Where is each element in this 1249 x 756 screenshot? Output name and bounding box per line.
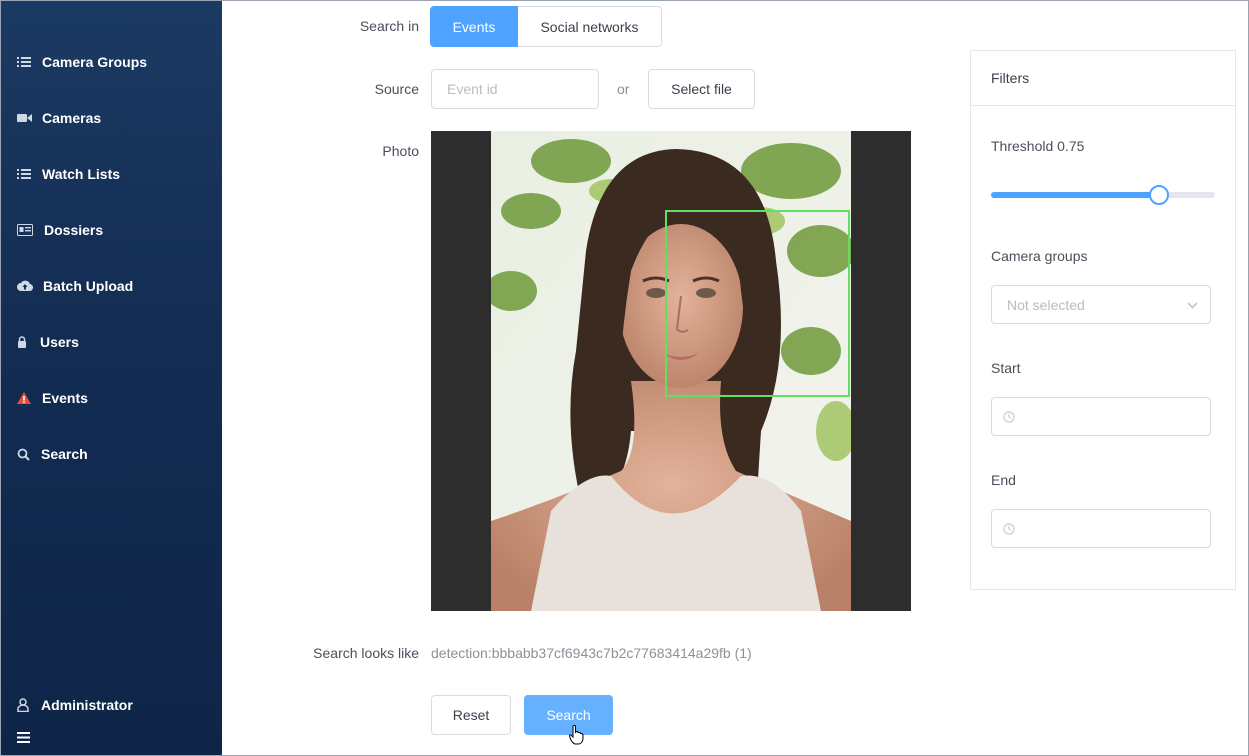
sidebar-item-label: Users bbox=[40, 334, 79, 350]
or-text: or bbox=[617, 81, 630, 97]
end-date-input[interactable] bbox=[991, 509, 1211, 548]
select-file-button[interactable]: Select file bbox=[648, 69, 755, 109]
sidebar-item-label: Events bbox=[42, 390, 88, 406]
threshold-slider-fill bbox=[991, 192, 1159, 198]
sidebar-item-watch-lists[interactable]: Watch Lists bbox=[17, 163, 120, 185]
sidebar-item-events[interactable]: Events bbox=[17, 387, 88, 409]
sidebar-item-label: Batch Upload bbox=[43, 278, 134, 294]
sidebar-item-users[interactable]: Users bbox=[17, 331, 79, 353]
filters-title: Filters bbox=[971, 51, 1235, 106]
sidebar-item-dossiers[interactable]: Dossiers bbox=[17, 219, 103, 241]
reset-button[interactable]: Reset bbox=[431, 695, 511, 735]
sidebar-item-label: Search bbox=[41, 446, 88, 462]
search-in-toggle: Events Social networks bbox=[430, 6, 662, 47]
sidebar: Camera Groups Cameras Watch Lists Dossie… bbox=[1, 1, 222, 755]
list-icon bbox=[17, 167, 35, 181]
threshold-slider[interactable] bbox=[991, 185, 1215, 205]
sidebar-user-label: Administrator bbox=[41, 697, 133, 713]
sidebar-item-label: Camera Groups bbox=[42, 54, 148, 70]
threshold-label: Threshold 0.75 bbox=[991, 138, 1085, 154]
sidebar-item-label: Watch Lists bbox=[42, 166, 121, 182]
face-photo bbox=[491, 131, 851, 611]
hamburger-menu-button[interactable] bbox=[17, 726, 42, 748]
detection-id-text: detection:bbbabb37cf6943c7b2c77683414a29… bbox=[431, 645, 752, 661]
search-in-label: Search in bbox=[359, 18, 419, 34]
clock-icon bbox=[1003, 410, 1015, 423]
filters-panel: Filters Threshold 0.75 Camera groups Not… bbox=[970, 50, 1236, 590]
camera-groups-value: Not selected bbox=[1007, 296, 1085, 313]
sidebar-item-search[interactable]: Search bbox=[17, 443, 88, 465]
sidebar-item-label: Cameras bbox=[42, 110, 102, 126]
lock-icon bbox=[17, 335, 33, 349]
end-label: End bbox=[991, 472, 1016, 488]
start-date-input[interactable] bbox=[991, 397, 1211, 436]
face-detection-box[interactable] bbox=[665, 210, 850, 397]
chevron-down-icon bbox=[1187, 302, 1198, 309]
source-label: Source bbox=[374, 81, 419, 97]
sidebar-item-batch-upload[interactable]: Batch Upload bbox=[17, 275, 133, 297]
search-looks-like-label: Search looks like bbox=[313, 645, 419, 661]
sidebar-item-cameras[interactable]: Cameras bbox=[17, 107, 101, 129]
user-icon bbox=[17, 698, 34, 712]
photo-label: Photo bbox=[382, 143, 419, 159]
clock-icon bbox=[1003, 522, 1015, 535]
photo-preview bbox=[431, 131, 911, 611]
sidebar-item-camera-groups[interactable]: Camera Groups bbox=[17, 51, 147, 73]
event-id-input[interactable]: Event id bbox=[431, 69, 599, 109]
start-label: Start bbox=[991, 360, 1021, 376]
search-icon bbox=[17, 447, 34, 461]
hand-cursor-icon bbox=[569, 725, 584, 745]
cloud-upload-icon bbox=[17, 279, 36, 293]
threshold-slider-handle[interactable] bbox=[1149, 185, 1169, 205]
list-icon bbox=[17, 55, 35, 69]
warning-icon bbox=[17, 391, 35, 405]
tab-events[interactable]: Events bbox=[430, 6, 518, 47]
sidebar-user-administrator[interactable]: Administrator bbox=[17, 694, 133, 716]
camera-groups-label: Camera groups bbox=[991, 248, 1088, 264]
tab-social-networks[interactable]: Social networks bbox=[518, 6, 662, 47]
id-card-icon bbox=[17, 223, 37, 237]
hamburger-icon bbox=[17, 730, 35, 744]
video-camera-icon bbox=[17, 111, 35, 125]
camera-groups-select[interactable]: Not selected bbox=[991, 285, 1211, 324]
sidebar-item-label: Dossiers bbox=[44, 222, 104, 238]
